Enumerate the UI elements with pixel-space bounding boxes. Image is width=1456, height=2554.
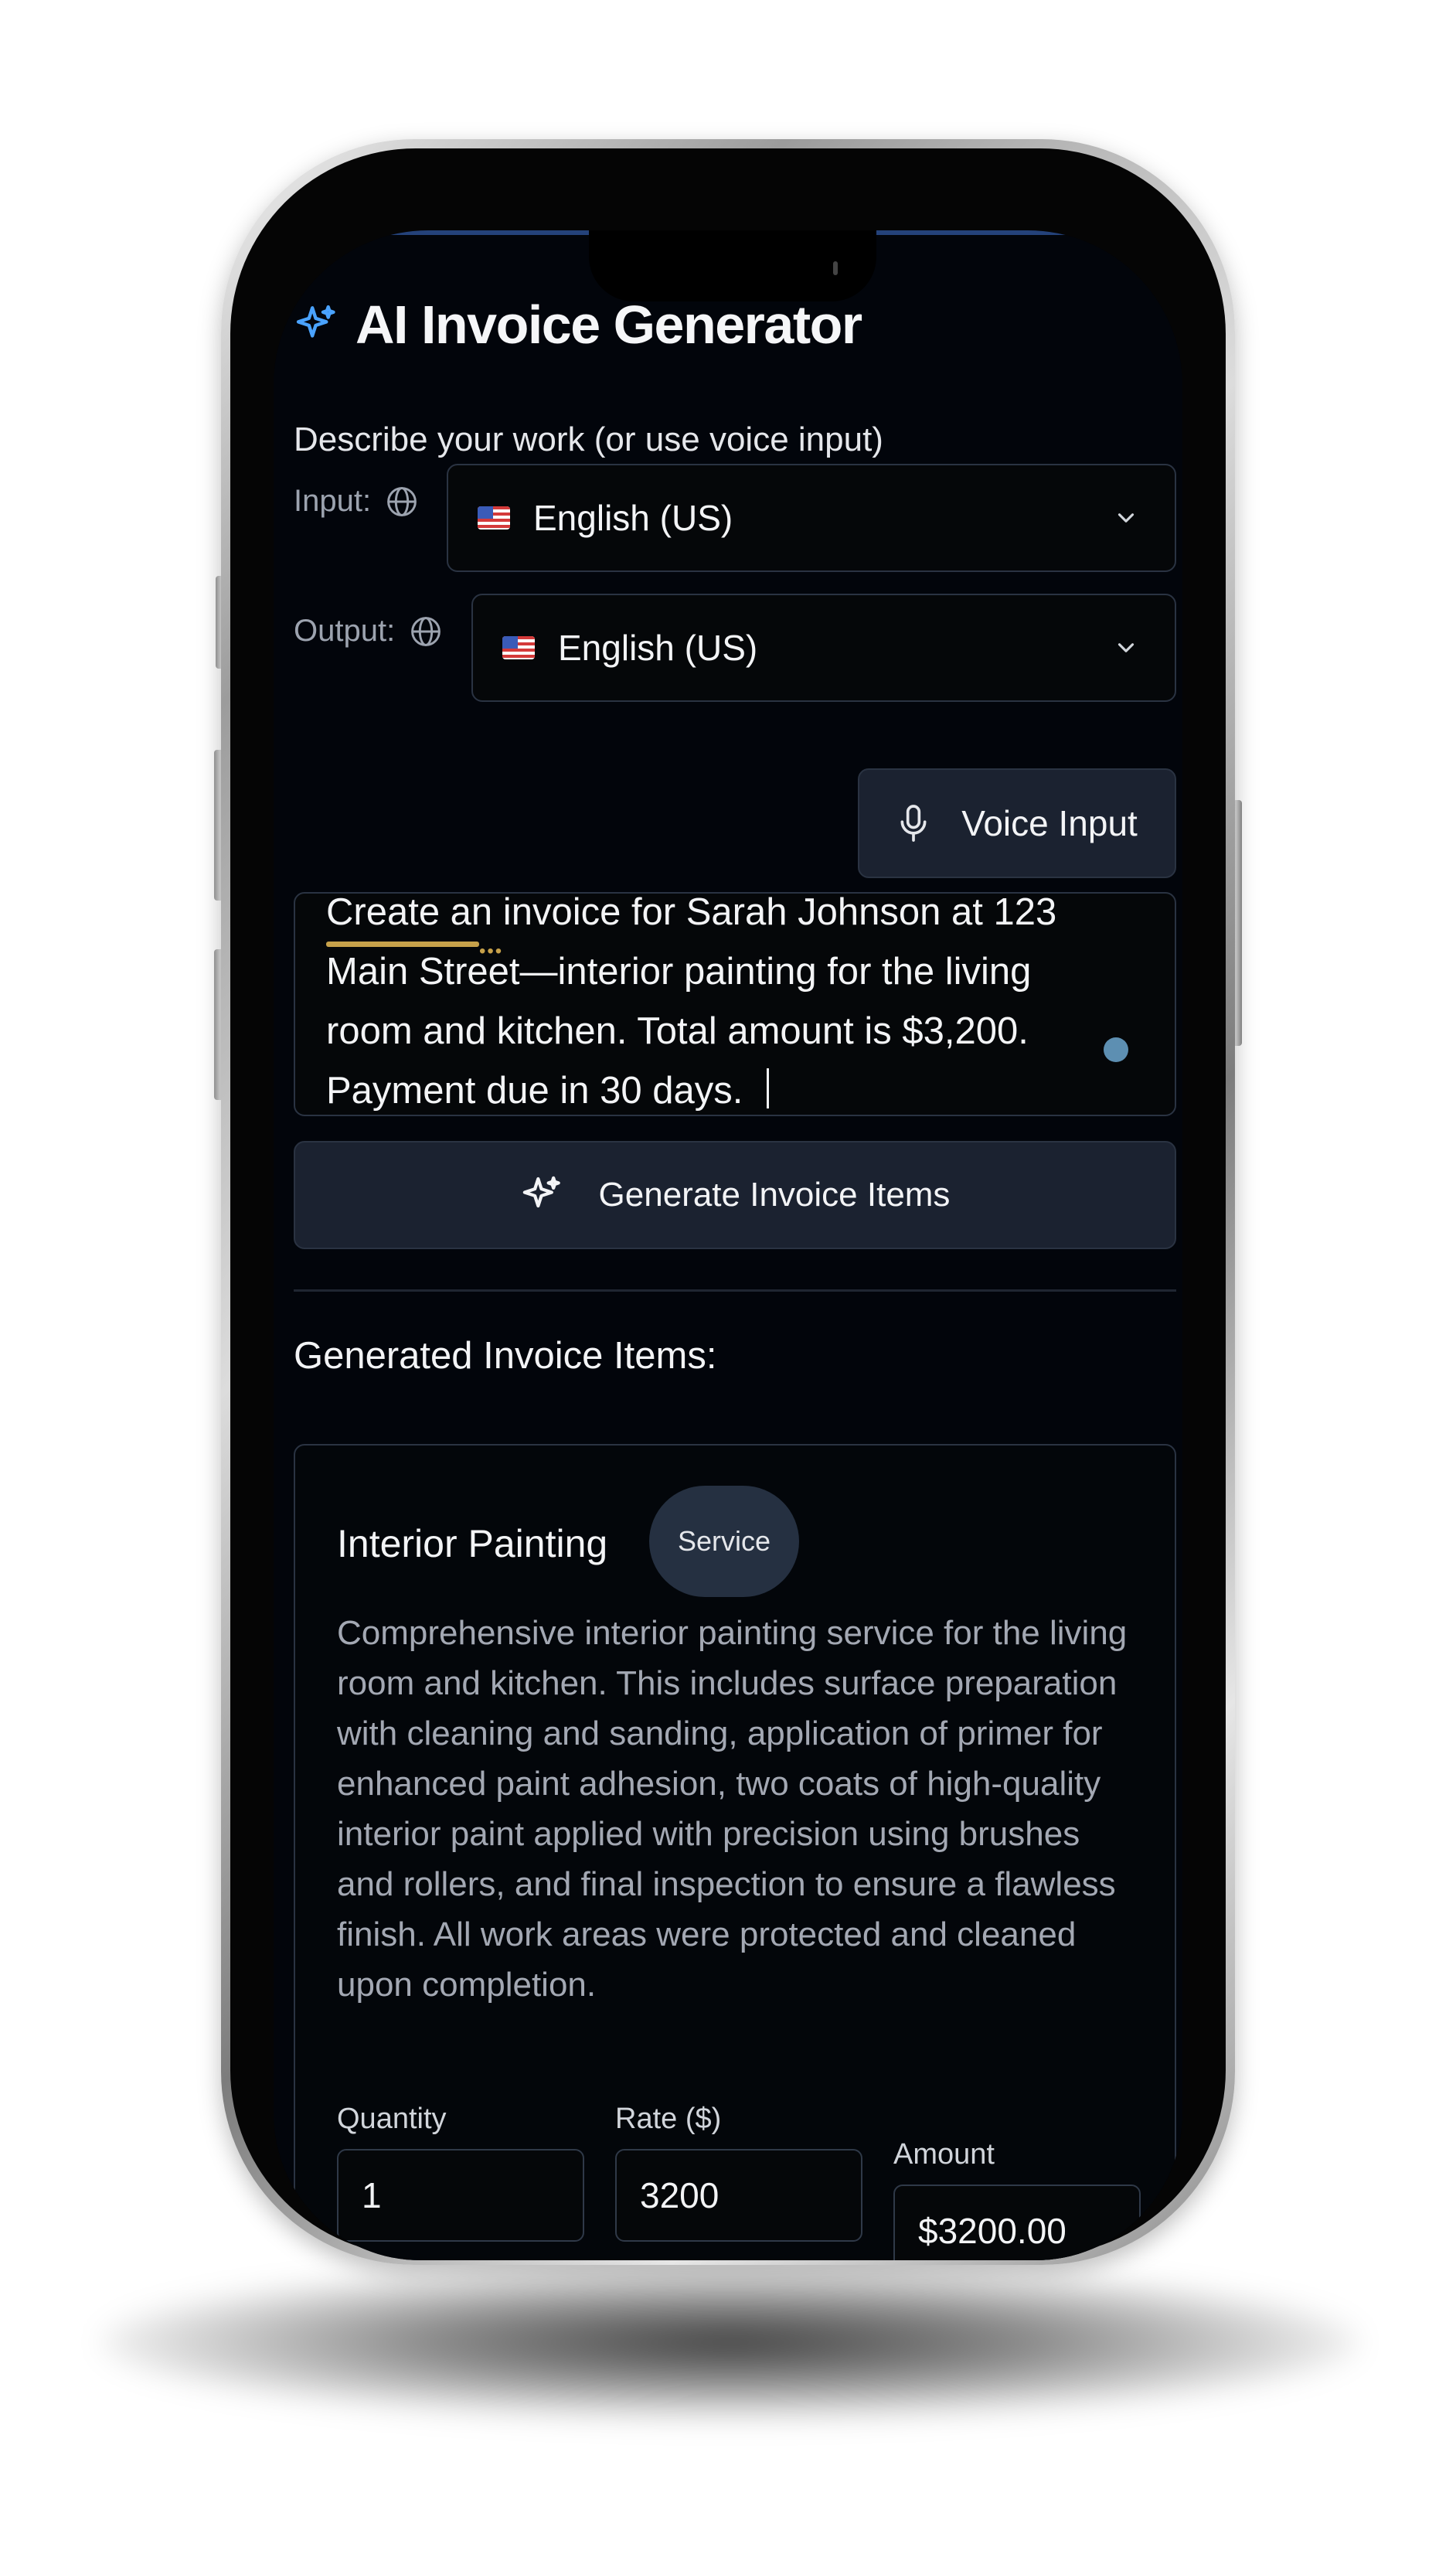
output-language-row: Output:	[294, 614, 443, 649]
voice-input-button[interactable]: Voice Input	[858, 768, 1176, 878]
generate-button-label: Generate Invoice Items	[598, 1176, 951, 1214]
dynamic-island	[589, 230, 876, 301]
describe-label: Describe your work (or use voice input)	[294, 421, 883, 458]
output-language-select[interactable]: English (US)	[471, 594, 1176, 702]
device-shadow	[100, 2265, 1360, 2419]
voice-input-label: Voice Input	[961, 803, 1138, 843]
us-flag-icon	[478, 506, 510, 530]
microphone-icon	[900, 805, 927, 842]
sparkle-icon	[296, 305, 335, 338]
header: AI Invoice Generator	[294, 294, 862, 356]
item-title: Interior Painting	[337, 1522, 608, 1565]
work-description-text: Create an invoice for Sarah Johnson at 1…	[326, 892, 1057, 1112]
phone-frame: AI Invoice Generator Describe your work …	[221, 139, 1235, 2265]
item-type-badge: Service	[649, 1486, 799, 1597]
spellcheck-dots: •••	[479, 941, 504, 962]
generated-items-heading: Generated Invoice Items:	[294, 1335, 717, 1377]
item-description: Comprehensive interior painting service …	[337, 1614, 1128, 2004]
us-flag-icon	[502, 636, 535, 659]
generate-invoice-items-button[interactable]: Generate Invoice Items	[294, 1141, 1176, 1249]
section-divider	[294, 1289, 1176, 1292]
chevron-down-icon	[1118, 643, 1135, 652]
output-language-value: English (US)	[558, 628, 758, 668]
text-caret	[767, 1068, 769, 1108]
invoice-item-card: Interior Painting Service Comprehensive …	[294, 1444, 1176, 2260]
phone-body: AI Invoice Generator Describe your work …	[230, 148, 1226, 2260]
rate-input[interactable]: 3200	[615, 2149, 862, 2242]
work-description-textarea[interactable]: Create an invoice for Sarah Johnson at 1…	[294, 892, 1176, 1116]
rate-label: Rate ($)	[615, 2103, 722, 2135]
quantity-label: Quantity	[337, 2103, 447, 2135]
globe-icon	[411, 616, 441, 646]
spellcheck-underline	[326, 942, 479, 947]
text-selection-handle[interactable]	[1104, 1037, 1128, 1062]
page-title: AI Invoice Generator	[355, 295, 862, 355]
device-mockup: AI Invoice Generator Describe your work …	[0, 0, 1456, 2554]
input-language-label: Input:	[294, 484, 372, 518]
amount-field: $3200.00	[893, 2185, 1141, 2260]
phone-screen: AI Invoice Generator Describe your work …	[274, 230, 1182, 2260]
amount-label: Amount	[893, 2138, 995, 2171]
chevron-down-icon	[1118, 513, 1135, 523]
sparkle-icon	[522, 1176, 560, 1208]
input-language-select[interactable]: English (US)	[447, 464, 1176, 572]
globe-icon	[387, 486, 417, 516]
island-sensor	[833, 261, 838, 275]
input-language-row: Input:	[294, 484, 419, 519]
invoice-app: AI Invoice Generator Describe your work …	[274, 230, 1182, 2260]
input-language-value: English (US)	[533, 498, 733, 538]
output-language-label: Output:	[294, 614, 396, 648]
quantity-input[interactable]: 1	[337, 2149, 584, 2242]
